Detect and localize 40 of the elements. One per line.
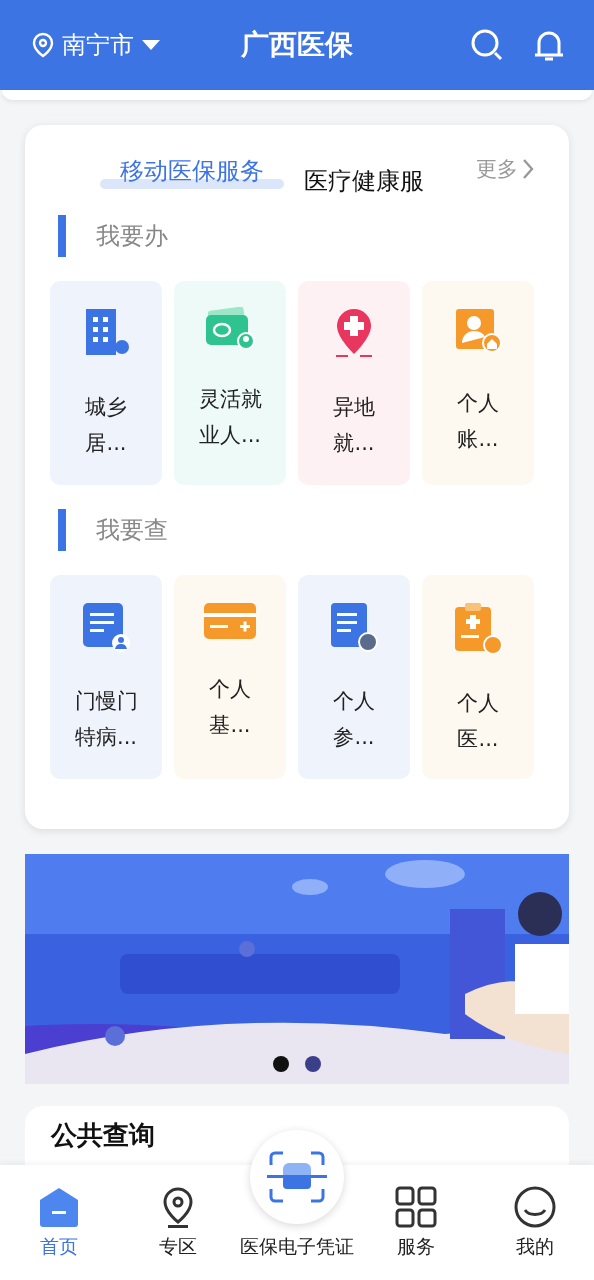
- section-title: 我要办: [96, 221, 168, 252]
- city-selector[interactable]: 南宁市: [32, 29, 212, 61]
- section-marker: [58, 215, 66, 257]
- caret-icon: [142, 40, 160, 50]
- card-plus-icon: [202, 601, 258, 641]
- nav-item[interactable]: 医保电子凭证: [240, 1234, 354, 1260]
- service-tile[interactable]: 个人 基...: [174, 575, 286, 779]
- chevron-icon: [522, 158, 534, 180]
- document-person-icon: [81, 601, 131, 653]
- grid-icon: [394, 1186, 437, 1228]
- service-tile[interactable]: 门慢门 特病...: [50, 575, 162, 779]
- card-title: 公共查询: [51, 1120, 155, 1150]
- section-title: 我要查: [96, 515, 168, 546]
- nav-item[interactable]: 首页: [38, 1186, 81, 1260]
- nav-item[interactable]: 服务: [394, 1186, 437, 1260]
- smiley-icon: [513, 1186, 556, 1228]
- scan-icon: [267, 1151, 327, 1203]
- service-tile[interactable]: 灵活就 业人...: [174, 281, 286, 485]
- person-card-icon: [454, 307, 502, 355]
- service-tile[interactable]: 个人 医...: [422, 575, 534, 779]
- scan-button[interactable]: [250, 1130, 344, 1224]
- medical-pin-icon: [334, 307, 374, 359]
- service-tab[interactable]: 医疗健康服: [284, 165, 444, 197]
- service-tab[interactable]: 移动医保服务: [100, 155, 284, 187]
- nav-item[interactable]: 我的: [513, 1186, 556, 1260]
- service-tile[interactable]: 城乡 居...: [50, 281, 162, 485]
- clipboard-coin-icon: [453, 601, 503, 655]
- search-icon: [470, 28, 504, 62]
- nav-item[interactable]: 专区: [159, 1186, 198, 1260]
- city-name: 南宁市: [62, 30, 134, 61]
- document-badge-icon: [329, 601, 379, 653]
- search-button[interactable]: [470, 28, 504, 62]
- location-icon: [32, 32, 54, 58]
- section-marker: [58, 509, 66, 551]
- service-tile[interactable]: 异地 就...: [298, 281, 410, 485]
- service-tile[interactable]: 个人 参...: [298, 575, 410, 779]
- service-tile[interactable]: 个人 账...: [422, 281, 534, 485]
- home-icon: [38, 1186, 81, 1228]
- app-title: 广西医保: [240, 27, 354, 63]
- wallet-icon: [204, 307, 256, 351]
